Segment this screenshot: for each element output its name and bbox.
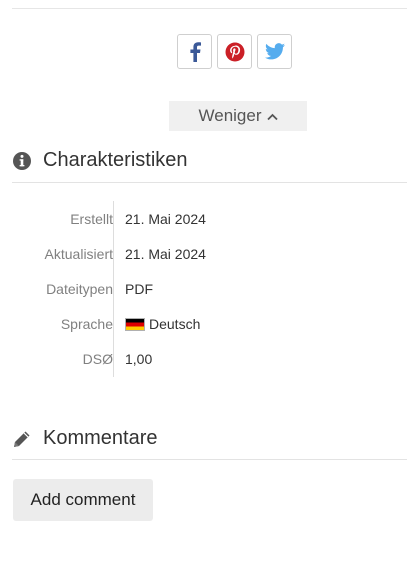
property-value: Deutsch <box>125 316 200 332</box>
property-label: DSØ <box>82 351 113 367</box>
property-value: 21. Mai 2024 <box>125 246 206 262</box>
characteristics-table: Erstellt 21. Mai 2024 Aktualisiert 21. M… <box>12 201 407 377</box>
comments-heading: Kommentare <box>12 427 158 450</box>
language-value: Deutsch <box>149 316 201 332</box>
share-facebook-button[interactable] <box>177 34 212 69</box>
facebook-icon <box>188 41 202 62</box>
chevron-up-icon <box>266 106 278 126</box>
property-value: PDF <box>125 281 153 297</box>
property-row-dso: DSØ 1,00 <box>12 341 407 376</box>
property-row-updated: Aktualisiert 21. Mai 2024 <box>12 236 407 271</box>
characteristics-divider <box>12 182 407 183</box>
german-flag-icon <box>125 317 145 331</box>
characteristics-heading: Charakteristiken <box>12 149 188 172</box>
property-label: Aktualisiert <box>44 246 113 262</box>
add-comment-button[interactable]: Add comment <box>13 479 153 521</box>
comments-title: Kommentare <box>43 427 158 449</box>
share-twitter-button[interactable] <box>257 34 292 69</box>
page: Weniger Charakteristiken Erstellt 21. Ma… <box>0 0 407 566</box>
top-divider <box>12 8 407 9</box>
weniger-toggle-button[interactable]: Weniger <box>169 101 307 131</box>
twitter-icon <box>264 43 285 60</box>
characteristics-title: Charakteristiken <box>43 149 188 171</box>
property-row-created: Erstellt 21. Mai 2024 <box>12 201 407 236</box>
property-label: Dateitypen <box>46 281 113 297</box>
comments-divider <box>12 459 407 460</box>
share-pinterest-button[interactable] <box>217 34 252 69</box>
pencil-icon <box>12 429 32 449</box>
info-icon <box>12 151 32 171</box>
property-label: Erstellt <box>70 211 113 227</box>
toggle-label: Weniger <box>198 106 262 125</box>
property-row-language: Sprache Deutsch <box>12 306 407 341</box>
property-value: 1,00 <box>125 351 153 367</box>
property-row-filetypes: Dateitypen PDF <box>12 271 407 306</box>
property-label: Sprache <box>60 316 113 332</box>
share-bar <box>177 34 292 69</box>
pinterest-icon <box>225 42 245 62</box>
property-value: 21. Mai 2024 <box>125 211 206 227</box>
